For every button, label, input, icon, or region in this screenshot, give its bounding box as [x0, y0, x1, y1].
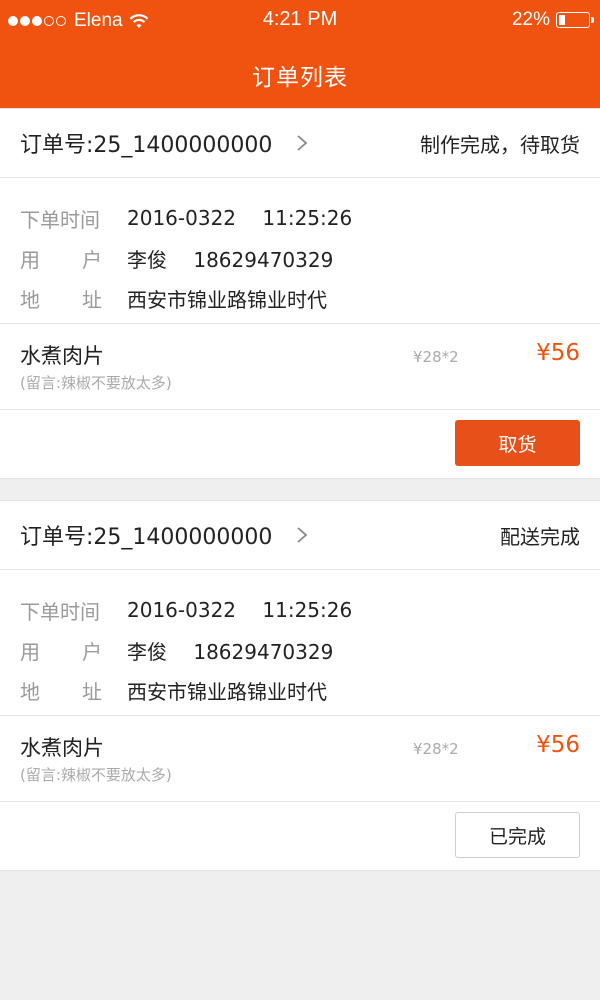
- order-time-row: 下单时间 2016-0322 11:25:26: [20, 198, 580, 238]
- user-row: 用 户 李俊 18629470329: [20, 238, 580, 278]
- item-unit-price: ¥28*2: [413, 348, 459, 366]
- order-item: 水煮肉片 (留言:辣椒不要放太多) ¥28*2 ¥56: [0, 716, 600, 802]
- pickup-button[interactable]: 取货: [455, 420, 580, 466]
- order-card: 订单号:25_1400000000 配送完成 下单时间 2016-0322 11…: [0, 500, 600, 871]
- address-row: 地 址 西安市锦业路锦业时代: [20, 278, 580, 318]
- order-clock: 11:25:26: [262, 206, 353, 230]
- user-name: 李俊: [127, 639, 167, 664]
- page-title: 订单列表: [252, 65, 348, 91]
- order-actions: 取货: [0, 410, 600, 478]
- order-info: 下单时间 2016-0322 11:25:26 用 户 李俊 186294703…: [0, 178, 600, 324]
- battery-level: [559, 15, 566, 25]
- address-label-a: 地: [20, 679, 40, 704]
- item-name: 水煮肉片: [20, 344, 104, 368]
- order-clock: 11:25:26: [262, 598, 353, 622]
- battery-indicator: 22%: [511, 9, 594, 31]
- address-label: 地 址: [20, 284, 127, 313]
- item-note: (留言:辣椒不要放太多): [20, 374, 172, 392]
- user-row: 用 户 李俊 18629470329: [20, 630, 580, 670]
- battery-icon: [556, 12, 594, 28]
- user-phone[interactable]: 18629470329: [193, 248, 333, 272]
- order-number: 订单号:25_1400000000: [20, 133, 273, 158]
- order-info: 下单时间 2016-0322 11:25:26 用 户 李俊 186294703…: [0, 570, 600, 716]
- address-value: 西安市锦业路锦业时代: [127, 679, 327, 704]
- order-time-label: 下单时间: [20, 207, 100, 232]
- chevron-right-icon[interactable]: [296, 134, 308, 152]
- user-label: 用 户: [20, 636, 127, 665]
- user-label-b: 户: [82, 639, 102, 664]
- order-card: 订单号:25_1400000000 制作完成，待取货 下单时间 2016-032…: [0, 108, 600, 479]
- user-label-b: 户: [82, 247, 102, 272]
- item-total-price: ¥56: [536, 340, 580, 366]
- order-date: 2016-0322: [127, 598, 237, 622]
- order-item: 水煮肉片 (留言:辣椒不要放太多) ¥28*2 ¥56: [0, 324, 600, 410]
- order-time-row: 下单时间 2016-0322 11:25:26: [20, 590, 580, 630]
- address-row: 地 址 西安市锦业路锦业时代: [20, 670, 580, 710]
- chevron-right-icon[interactable]: [296, 526, 308, 544]
- user-label: 用 户: [20, 244, 127, 273]
- item-note: (留言:辣椒不要放太多): [20, 766, 172, 784]
- battery-percent: 22%: [511, 9, 550, 30]
- user-label-a: 用: [20, 639, 40, 664]
- user-name: 李俊: [127, 247, 167, 272]
- order-status: 制作完成，待取货: [420, 132, 580, 157]
- order-number: 订单号:25_1400000000: [20, 525, 273, 550]
- address-label-b: 址: [82, 679, 102, 704]
- order-header[interactable]: 订单号:25_1400000000 配送完成: [0, 501, 600, 570]
- completed-button[interactable]: 已完成: [455, 812, 580, 858]
- order-actions: 已完成: [0, 802, 600, 870]
- user-phone[interactable]: 18629470329: [193, 640, 333, 664]
- item-unit-price: ¥28*2: [413, 740, 459, 758]
- item-total-price: ¥56: [536, 732, 580, 758]
- order-header[interactable]: 订单号:25_1400000000 制作完成，待取货: [0, 109, 600, 178]
- item-name: 水煮肉片: [20, 736, 104, 760]
- status-time: 4:21 PM: [262, 8, 338, 30]
- address-label-a: 地: [20, 287, 40, 312]
- order-date: 2016-0322: [127, 206, 237, 230]
- address-value: 西安市锦业路锦业时代: [127, 287, 327, 312]
- status-bar: Elena 4:21 PM 22%: [0, 0, 600, 40]
- order-status: 配送完成: [500, 524, 580, 549]
- app-header: Elena 4:21 PM 22% 订单列表: [0, 0, 600, 108]
- user-label-a: 用: [20, 247, 40, 272]
- address-label-b: 址: [82, 287, 102, 312]
- order-time-label: 下单时间: [20, 599, 100, 624]
- address-label: 地 址: [20, 676, 127, 705]
